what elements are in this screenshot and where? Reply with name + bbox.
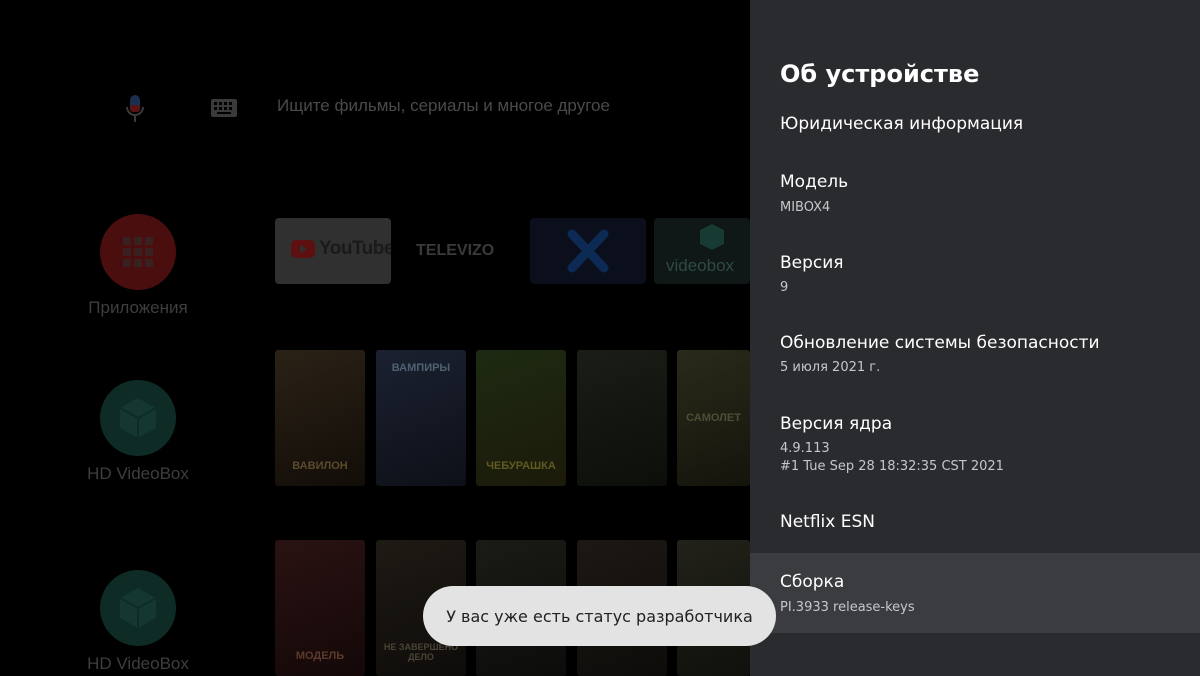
videobox-tile-2[interactable]: HD VideoBox bbox=[80, 570, 196, 674]
poster-title: МОДЕЛЬ bbox=[295, 650, 345, 662]
poster-title: ВАВИЛОН bbox=[292, 460, 348, 472]
apps-grid-icon bbox=[100, 214, 176, 290]
item-title: Netflix ESN bbox=[780, 512, 875, 532]
search-bar[interactable]: Ищите фильмы, сериалы и многое другое bbox=[0, 80, 750, 136]
poster-title: ЧЕБУРАШКА bbox=[486, 460, 556, 472]
apps-tile[interactable]: Приложения bbox=[80, 214, 196, 318]
poster-title: ВАМПИРЫ bbox=[391, 362, 451, 374]
launcher-background: Ищите фильмы, сериалы и многое другое Пр… bbox=[0, 0, 750, 676]
x-logo-icon bbox=[567, 229, 609, 273]
settings-item-version[interactable]: Версия 9 bbox=[750, 240, 1200, 310]
item-title: Версия ядра bbox=[780, 414, 893, 434]
item-title: Сборка bbox=[780, 572, 845, 592]
item-title: Модель bbox=[780, 172, 849, 192]
movie-poster[interactable]: МОДЕЛЬ bbox=[275, 540, 365, 676]
item-title: Юридическая информация bbox=[780, 114, 1024, 134]
movie-poster[interactable]: ВАМПИРЫ bbox=[376, 350, 466, 486]
settings-item-legal-info[interactable]: Юридическая информация bbox=[750, 106, 1200, 146]
item-subtitle: 4.9.113 bbox=[780, 441, 830, 456]
movie-poster[interactable]: ЧЕБУРАШКА bbox=[476, 350, 566, 486]
keyboard-icon[interactable] bbox=[210, 98, 238, 118]
settings-item-kernel-version[interactable]: Версия ядра 4.9.113 #1 Tue Sep 28 18:32:… bbox=[750, 400, 1200, 490]
item-title: Версия bbox=[780, 253, 844, 273]
youtube-label: YouTube bbox=[319, 238, 391, 259]
microphone-icon[interactable] bbox=[124, 94, 146, 124]
televizo-tile[interactable]: TELEVIZO bbox=[396, 218, 522, 284]
movie-poster[interactable]: ВАВИЛОН bbox=[275, 350, 365, 486]
videobox-label: HD VideoBox bbox=[87, 464, 189, 483]
videobox-icon bbox=[100, 570, 176, 646]
settings-item-netflix-esn[interactable]: Netflix ESN bbox=[750, 498, 1200, 548]
x-app-tile[interactable] bbox=[530, 218, 646, 284]
item-title: Обновление системы безопасности bbox=[780, 333, 1100, 353]
movie-poster[interactable] bbox=[577, 350, 667, 486]
televizo-label: TELEVIZO bbox=[416, 242, 495, 259]
item-subtitle: 9 bbox=[780, 280, 789, 295]
movie-poster[interactable]: САМОЛЕТ bbox=[677, 350, 750, 486]
youtube-logo-icon: YouTube bbox=[291, 238, 391, 260]
videobox-channel-label: videobox bbox=[666, 256, 735, 275]
search-placeholder: Ищите фильмы, сериалы и многое другое bbox=[277, 96, 610, 115]
item-subtitle: PI.3933 release-keys bbox=[780, 600, 915, 615]
about-device-panel: Об устройстве Юридическая информация Мод… bbox=[750, 0, 1200, 676]
videobox-channel-tile[interactable]: videobox bbox=[654, 218, 750, 284]
videobox-tile[interactable]: HD VideoBox bbox=[80, 380, 196, 484]
poster-title: САМОЛЕТ bbox=[686, 412, 741, 424]
apps-label: Приложения bbox=[88, 298, 188, 317]
item-subtitle: 5 июля 2021 г. bbox=[780, 360, 881, 375]
youtube-tile[interactable]: YouTube bbox=[275, 218, 391, 284]
videobox-icon bbox=[100, 380, 176, 456]
panel-title: Об устройстве bbox=[780, 60, 980, 88]
item-subtitle: MIBOX4 bbox=[780, 200, 831, 215]
settings-item-model[interactable]: Модель MIBOX4 bbox=[750, 160, 1200, 230]
toast-text: У вас уже есть статус разработчика bbox=[446, 606, 753, 626]
settings-item-build[interactable]: Сборка PI.3933 release-keys bbox=[750, 553, 1200, 633]
item-subtitle-2: #1 Tue Sep 28 18:32:35 CST 2021 bbox=[780, 459, 1004, 474]
settings-item-security-update[interactable]: Обновление системы безопасности 5 июля 2… bbox=[750, 320, 1200, 390]
developer-status-toast: У вас уже есть статус разработчика bbox=[423, 586, 776, 646]
videobox-label: HD VideoBox bbox=[87, 654, 189, 673]
